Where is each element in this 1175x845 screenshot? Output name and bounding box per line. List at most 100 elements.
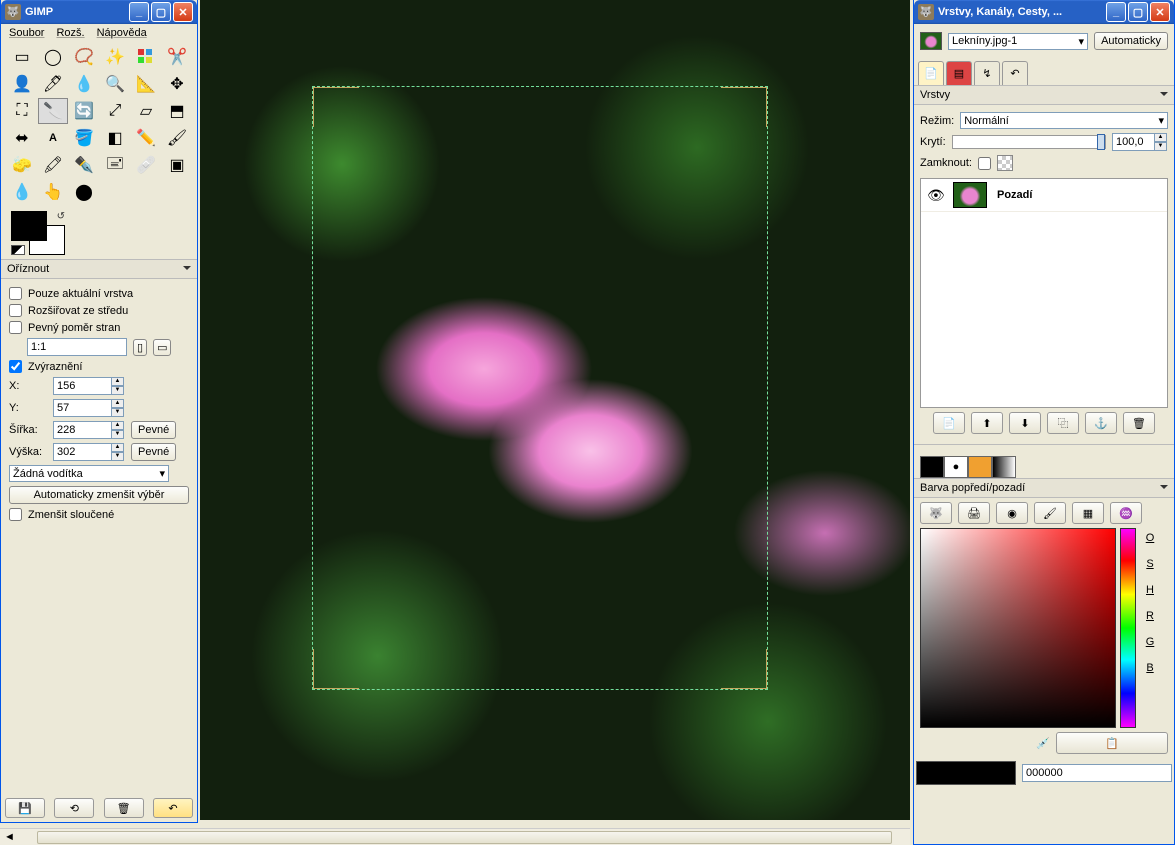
close-button[interactable]: ✕ [1150,2,1170,22]
aspect-landscape-button[interactable]: ▭ [153,339,171,356]
layer-down-button[interactable]: ⬇ [1009,412,1041,434]
tool-scissors[interactable]: ✂️ [162,44,192,70]
layer-delete-button[interactable]: 🗑 [1123,412,1155,434]
x-up[interactable]: ▲ [111,377,124,386]
dock-revert-button[interactable]: ⟲ [54,798,94,818]
op-down[interactable]: ▼ [1154,142,1167,151]
tool-smudge[interactable]: 👆 [38,179,68,205]
dock-delete-button[interactable]: 🗑 [104,798,144,818]
x-down[interactable]: ▼ [111,386,124,395]
tool-heal[interactable]: 🩹 [131,152,161,178]
layer-new-button[interactable]: 📄 [933,412,965,434]
tool-perspective-clone[interactable]: ▣ [162,152,192,178]
tool-measure[interactable]: 📐 [131,71,161,97]
color-history[interactable] [920,738,1030,748]
tool-zoom[interactable]: 🔍 [100,71,130,97]
crop-handle-tl[interactable] [313,87,359,127]
toolbox-titlebar[interactable]: 🐺 GIMP _ ▢ ✕ [1,0,197,24]
op-up[interactable]: ▲ [1154,133,1167,142]
opt-highlight-checkbox[interactable] [9,360,22,373]
picker-wheel-button[interactable]: ◉ [996,502,1028,524]
opt-shrink-merged-checkbox[interactable] [9,508,22,521]
maximize-button[interactable]: ▢ [1128,2,1148,22]
y-down[interactable]: ▼ [111,408,124,417]
layer-visibility-icon[interactable]: 👁 [927,187,943,204]
tool-bucket-fill[interactable]: 🪣 [69,125,99,151]
tool-flip[interactable]: ⬌ [7,125,37,151]
layer-name[interactable]: Pozadí [997,189,1032,201]
tool-rotate[interactable]: 🔄 [69,98,99,124]
tab-paths[interactable]: ↯ [974,61,1000,85]
tab-undo[interactable]: ↶ [1002,61,1028,85]
tool-dodge-burn[interactable]: ⬤ [69,179,99,205]
aspect-portrait-button[interactable]: ▯ [133,339,147,356]
tool-options-menu-icon[interactable] [179,263,191,275]
dock-titlebar[interactable]: 🐺 Vrstvy, Kanály, Cesty, ... _ ▢ ✕ [914,0,1174,24]
dock-reset-button[interactable]: ↶ [153,798,193,818]
current-color-preview[interactable] [916,761,1016,785]
eyedropper-icon[interactable]: 💉 [1036,737,1050,750]
opt-current-layer-checkbox[interactable] [9,287,22,300]
swap-colors-icon[interactable]: ↺ [57,211,65,222]
y-input[interactable] [53,399,111,417]
menu-ext[interactable]: Rozš. [56,27,84,39]
width-input[interactable] [53,421,111,439]
layer-duplicate-button[interactable]: ⿻ [1047,412,1079,434]
tool-fuzzy-select[interactable]: ✨ [100,44,130,70]
picker-watercolor-button[interactable]: 🖌 [1034,502,1066,524]
y-up[interactable]: ▲ [111,399,124,408]
aspect-ratio-input[interactable] [27,338,127,356]
mode-select[interactable]: Normální▾ [960,112,1168,129]
tool-crop[interactable]: 🔪 [38,98,68,124]
add-color-button[interactable]: 📋 [1056,732,1168,754]
foreground-color[interactable] [11,211,47,241]
channel-g[interactable]: G [1146,636,1155,648]
tool-airbrush[interactable]: 🖍 [38,152,68,178]
tab-layers[interactable]: 📄 [918,61,944,85]
minimize-button[interactable]: _ [1106,2,1126,22]
auto-button[interactable]: Automaticky [1094,32,1168,50]
color-swatch[interactable]: ↺ [11,211,65,255]
w-down[interactable]: ▼ [111,430,124,439]
tool-eraser[interactable]: 🧽 [7,152,37,178]
tool-scale[interactable]: ⤢ [100,98,130,124]
crop-handle-tr[interactable] [721,87,767,127]
fgbg-menu-icon[interactable] [1156,482,1168,494]
tool-rect-select[interactable]: ▭ [7,44,37,70]
close-button[interactable]: ✕ [173,2,193,22]
tab-channels[interactable]: ▤ [946,61,972,85]
tool-paintbrush[interactable]: 🖌 [162,125,192,151]
tool-move[interactable]: ✥ [162,71,192,97]
h-down[interactable]: ▼ [111,452,124,461]
hex-input[interactable] [1022,764,1172,782]
picker-scales-button[interactable]: ♒ [1110,502,1142,524]
h-up[interactable]: ▲ [111,443,124,452]
swatch-pattern[interactable] [968,456,992,478]
menu-file[interactable]: Soubor [9,27,44,39]
layer-up-button[interactable]: ⬆ [971,412,1003,434]
horizontal-scrollbar[interactable] [0,828,910,845]
tool-perspective[interactable]: ⬒ [162,98,192,124]
layers-list[interactable]: 👁 Pozadí [920,178,1168,408]
tool-by-color-select[interactable] [131,44,161,70]
tool-pencil[interactable]: ✏️ [131,125,161,151]
tool-foreground-select[interactable]: 👤 [7,71,37,97]
layer-row[interactable]: 👁 Pozadí [921,179,1167,212]
height-fixed-button[interactable]: Pevné [131,443,176,461]
channel-o[interactable]: O [1146,532,1155,544]
tool-free-select[interactable]: 📿 [69,44,99,70]
w-up[interactable]: ▲ [111,421,124,430]
tool-shear[interactable]: ▱ [131,98,161,124]
reset-colors-icon[interactable] [11,245,25,255]
opacity-slider[interactable] [952,135,1106,149]
crop-handle-bl[interactable] [313,649,359,689]
menu-help[interactable]: Nápověda [97,27,147,39]
opacity-input[interactable] [1112,133,1154,151]
channel-h[interactable]: H [1146,584,1154,596]
tool-align[interactable]: ⛶ [7,98,37,124]
swatch-gradient[interactable] [992,456,1016,478]
dock-save-button[interactable]: 💾 [5,798,45,818]
channel-b[interactable]: B [1146,662,1153,674]
layers-menu-icon[interactable] [1156,89,1168,101]
channel-r[interactable]: R [1146,610,1154,622]
